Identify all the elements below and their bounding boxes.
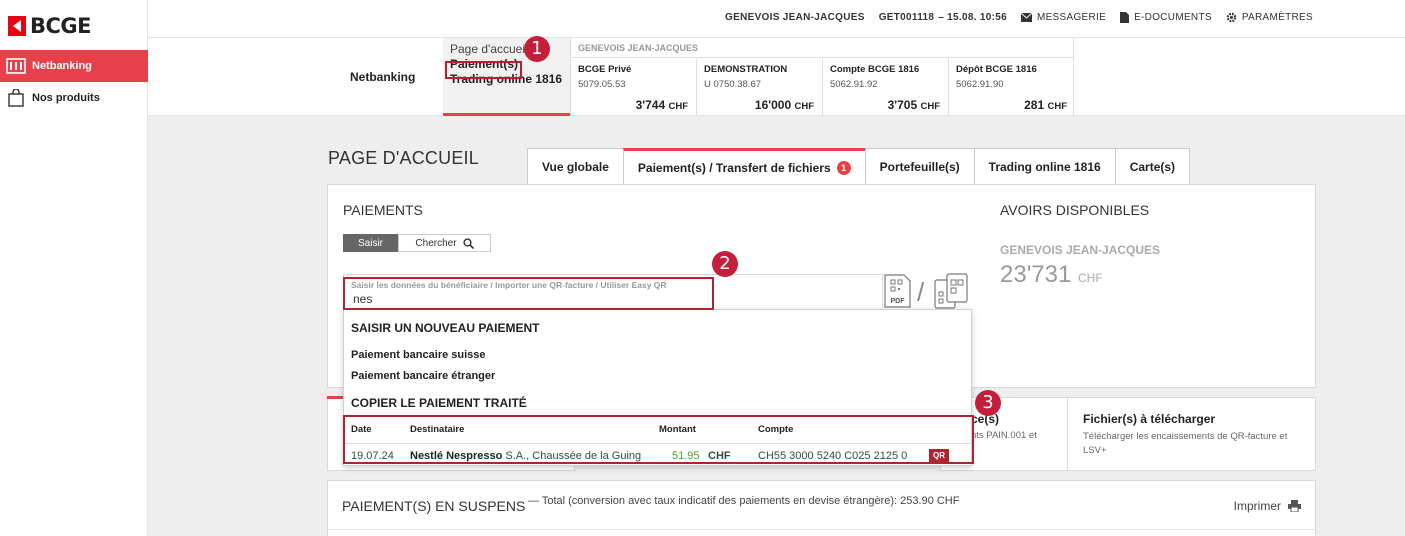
strip-title: Netbanking [350, 70, 416, 84]
account-balance: 281 CHF [1024, 98, 1067, 112]
suspens-title: PAIEMENT(S) EN SUSPENS [342, 498, 526, 514]
account-balance: 3'705 CHF [887, 98, 940, 112]
account-number: U 0750.38.67 [704, 79, 762, 90]
parametres-link[interactable]: PARAMÈTRES [1226, 12, 1313, 23]
download-panel[interactable]: Fichier(s) à télécharger Télécharger les… [1067, 397, 1316, 471]
sidebar-item-netbanking[interactable]: Netbanking [0, 50, 148, 82]
session-datetime: – 15.08. 10:56 [938, 12, 1007, 23]
account-name: DEMONSTRATION [704, 64, 788, 75]
bcge-logo-mark-icon [8, 16, 26, 36]
account-card[interactable]: Dépôt BCGE 1816 5062.91.90 281 CHF [949, 59, 1075, 116]
transfer-panel-desc: nts PAIN.001 et [971, 430, 1037, 441]
foreign-payment-option[interactable]: Paiement bancaire étranger [351, 370, 495, 382]
tab-label: Carte(s) [1129, 160, 1176, 174]
highlight-entry-field [343, 277, 714, 310]
highlight-paiements [445, 61, 522, 79]
account-number: 5079.05.53 [578, 79, 626, 90]
user-name: GENEVOIS JEAN-JACQUES [725, 12, 865, 23]
accounts-owner: GENEVOIS JEAN-JACQUES [571, 38, 1073, 58]
account-balance: 16'000 CHF [754, 98, 814, 112]
account-card[interactable]: BCGE Privé 5079.05.53 3'744 CHF [571, 59, 697, 116]
suspens-panel: PAIEMENT(S) EN SUSPENS — Total (conversi… [327, 480, 1316, 536]
annotation-marker: 3 [975, 390, 1001, 416]
swiss-payment-option[interactable]: Paiement bancaire suisse [351, 349, 486, 361]
slash-separator: / [917, 277, 925, 307]
top-user-nav: GENEVOIS JEAN-JACQUES GET001118 – 15.08.… [725, 12, 1313, 23]
copy-payment-heading: COPIER LE PAIEMENT TRAITÉ [351, 396, 527, 410]
sidebar-item-label: Nos produits [32, 92, 100, 104]
account-card[interactable]: Compte BCGE 1816 5062.91.92 3'705 CHF [823, 59, 949, 116]
avoirs-title: AVOIRS DISPONIBLES [1000, 202, 1150, 218]
tab-paiements[interactable]: Paiement(s) / Transfert de fichiers 1 [622, 148, 866, 185]
pdf-qr-import-icon[interactable]: PDF [884, 274, 911, 308]
payments-title: PAIEMENTS [343, 202, 423, 218]
account-card[interactable]: DEMONSTRATION U 0750.38.67 16'000 CHF [697, 59, 823, 116]
shopping-bag-icon [6, 89, 26, 107]
payment-mode-toggle: Saisir Chercher [343, 234, 491, 252]
account-name: Compte BCGE 1816 [830, 64, 920, 75]
download-panel-desc: Télécharger les encaissements de QR-fact… [1083, 431, 1288, 456]
easy-qr-icon[interactable] [933, 272, 969, 310]
tab-cartes[interactable]: Carte(s) [1114, 148, 1191, 185]
accounts-group: GENEVOIS JEAN-JACQUES BCGE Privé 5079.05… [570, 38, 1074, 116]
tab-label: Paiement(s) / Transfert de fichiers [637, 161, 831, 175]
gear-icon [1226, 12, 1237, 23]
logo-text: BCGE [30, 14, 92, 38]
chercher-button[interactable]: Chercher [398, 234, 491, 252]
suspens-total: — Total (conversion avec taux indicatif … [528, 495, 960, 507]
tab-count-badge: 1 [836, 161, 851, 175]
account-number: 5062.91.92 [830, 79, 878, 90]
avoirs-amount: 23'731 CHF [1000, 261, 1103, 288]
tab-label: Trading online 1816 [988, 160, 1101, 174]
tab-label: Portefeuille(s) [879, 160, 960, 174]
highlight-copy-row [343, 415, 974, 464]
top-bar: GENEVOIS JEAN-JACQUES GET001118 – 15.08.… [148, 0, 1405, 38]
bcge-logo[interactable]: BCGE [8, 14, 92, 38]
account-balance: 3'744 CHF [635, 98, 688, 112]
saisir-button[interactable]: Saisir [343, 234, 398, 252]
account-name: Dépôt BCGE 1816 [956, 64, 1037, 75]
page-tabs: Vue globale Paiement(s) / Transfert de f… [527, 148, 1191, 185]
accounts-strip: Netbanking Page d'accueil Paiement(s) Tr… [148, 38, 1405, 116]
session-id: GET001118 [878, 12, 935, 23]
sidebar-item-label: Netbanking [32, 60, 92, 72]
svg-text:PDF: PDF [891, 298, 906, 305]
print-label: Imprimer [1233, 499, 1281, 513]
tab-portefeuilles[interactable]: Portefeuille(s) [864, 148, 975, 185]
search-icon [462, 237, 474, 249]
divider [328, 529, 1315, 530]
tab-trading[interactable]: Trading online 1816 [973, 148, 1116, 185]
e-documents-label: E-DOCUMENTS [1134, 12, 1212, 23]
account-number: 5062.91.90 [956, 79, 1004, 90]
download-panel-title: Fichier(s) à télécharger [1083, 412, 1216, 426]
tab-label: Vue globale [542, 160, 609, 174]
chercher-label: Chercher [415, 237, 457, 249]
new-payment-heading: SAISIR UN NOUVEAU PAIEMENT [351, 321, 540, 335]
print-button[interactable]: Imprimer [1234, 499, 1301, 513]
parametres-label: PARAMÈTRES [1241, 12, 1313, 23]
messagerie-label: MESSAGERIE [1036, 12, 1107, 23]
account-name: BCGE Privé [578, 64, 632, 75]
annotation-marker: 2 [712, 251, 738, 277]
printer-icon [1288, 500, 1301, 512]
sidebar-item-nos-produits[interactable]: Nos produits [0, 82, 148, 114]
sidebar: BCGE Netbanking Nos produits [0, 0, 148, 536]
e-documents-link[interactable]: E-DOCUMENTS [1120, 12, 1212, 23]
page-title: PAGE D'ACCUEIL [328, 148, 479, 168]
document-icon [1120, 12, 1130, 23]
messagerie-link[interactable]: MESSAGERIE [1020, 12, 1107, 23]
avoirs-owner: GENEVOIS JEAN-JACQUES [1000, 243, 1161, 257]
bank-icon [6, 57, 26, 75]
envelope-icon [1020, 13, 1032, 22]
annotation-marker: 1 [524, 36, 550, 62]
tab-vue-globale[interactable]: Vue globale [527, 148, 624, 185]
